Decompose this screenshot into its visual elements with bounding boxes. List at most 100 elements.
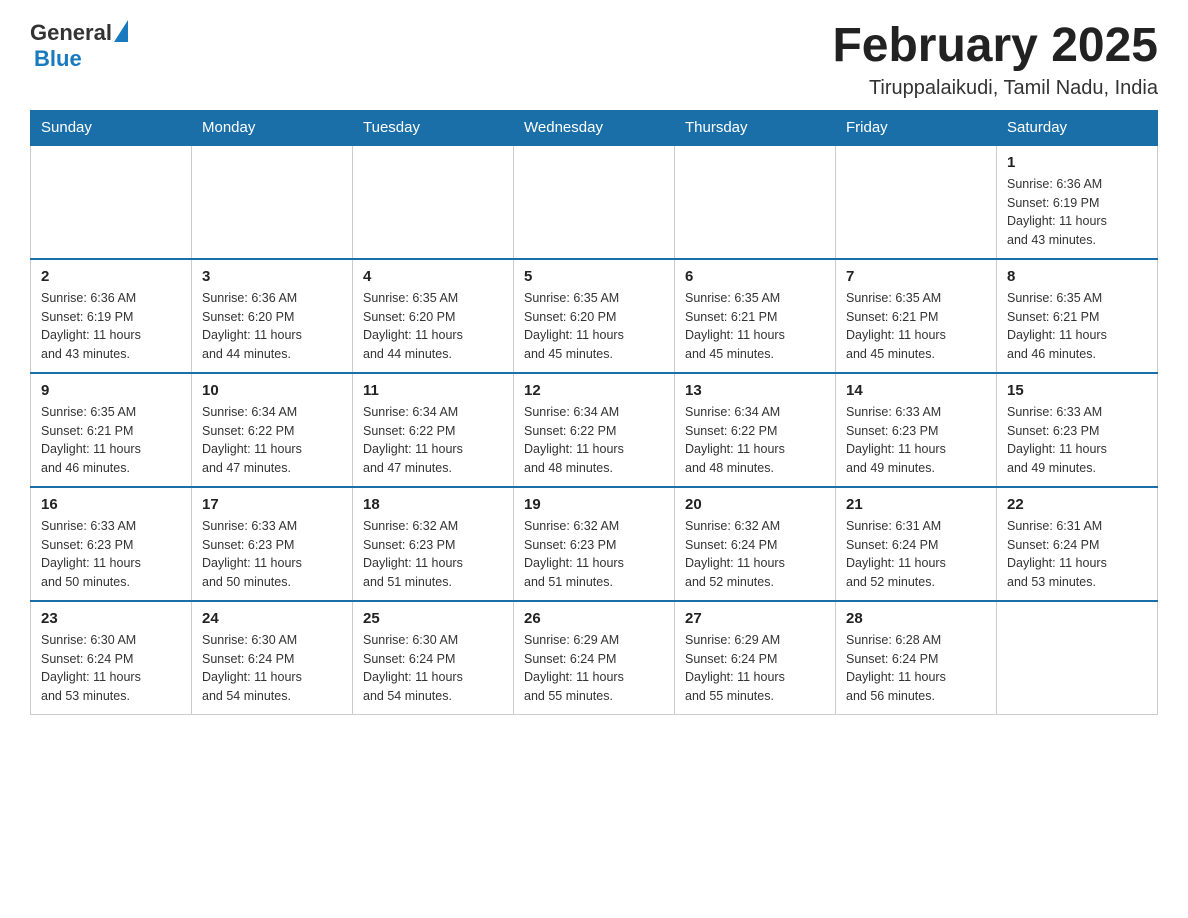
calendar-week-row: 23 Sunrise: 6:30 AM Sunset: 6:24 PM Dayli…: [31, 601, 1158, 715]
calendar-day-cell: [675, 145, 836, 259]
day-info: Sunrise: 6:35 AM Sunset: 6:20 PM Dayligh…: [363, 289, 503, 364]
calendar-day-cell: 23 Sunrise: 6:30 AM Sunset: 6:24 PM Dayli…: [31, 601, 192, 715]
day-info: Sunrise: 6:30 AM Sunset: 6:24 PM Dayligh…: [202, 631, 342, 706]
day-number: 2: [41, 268, 181, 285]
calendar-day-cell: 1Sunrise: 6:36 AM Sunset: 6:19 PM Daylig…: [997, 145, 1158, 259]
calendar-day-cell: 3 Sunrise: 6:36 AM Sunset: 6:20 PM Daylig…: [192, 259, 353, 373]
day-info: Sunrise: 6:31 AM Sunset: 6:24 PM Dayligh…: [1007, 517, 1147, 592]
calendar-day-cell: [997, 601, 1158, 715]
location-subtitle: Tiruppalaikudi, Tamil Nadu, India: [832, 77, 1158, 100]
day-info: Sunrise: 6:36 AM Sunset: 6:20 PM Dayligh…: [202, 289, 342, 364]
day-number: 14: [846, 382, 986, 399]
day-info: Sunrise: 6:29 AM Sunset: 6:24 PM Dayligh…: [524, 631, 664, 706]
calendar-day-cell: 13 Sunrise: 6:34 AM Sunset: 6:22 PM Dayli…: [675, 373, 836, 487]
day-info: Sunrise: 6:35 AM Sunset: 6:21 PM Dayligh…: [1007, 289, 1147, 364]
calendar-day-cell: 26 Sunrise: 6:29 AM Sunset: 6:24 PM Dayli…: [514, 601, 675, 715]
day-info: Sunrise: 6:33 AM Sunset: 6:23 PM Dayligh…: [1007, 403, 1147, 478]
day-info: Sunrise: 6:30 AM Sunset: 6:24 PM Dayligh…: [363, 631, 503, 706]
day-number: 21: [846, 496, 986, 513]
day-info: Sunrise: 6:34 AM Sunset: 6:22 PM Dayligh…: [363, 403, 503, 478]
day-info: Sunrise: 6:35 AM Sunset: 6:20 PM Dayligh…: [524, 289, 664, 364]
day-number: 4: [363, 268, 503, 285]
calendar-day-cell: 22 Sunrise: 6:31 AM Sunset: 6:24 PM Dayli…: [997, 487, 1158, 601]
day-info: Sunrise: 6:30 AM Sunset: 6:24 PM Dayligh…: [41, 631, 181, 706]
day-info: Sunrise: 6:32 AM Sunset: 6:24 PM Dayligh…: [685, 517, 825, 592]
calendar-day-header-wednesday: Wednesday: [514, 110, 675, 145]
day-number: 22: [1007, 496, 1147, 513]
logo-blue-text: Blue: [30, 46, 82, 72]
day-info: Sunrise: 6:29 AM Sunset: 6:24 PM Dayligh…: [685, 631, 825, 706]
calendar-day-cell: 27 Sunrise: 6:29 AM Sunset: 6:24 PM Dayli…: [675, 601, 836, 715]
day-info: Sunrise: 6:32 AM Sunset: 6:23 PM Dayligh…: [524, 517, 664, 592]
day-number: 13: [685, 382, 825, 399]
calendar-day-cell: 14 Sunrise: 6:33 AM Sunset: 6:23 PM Dayli…: [836, 373, 997, 487]
calendar-day-cell: 18Sunrise: 6:32 AM Sunset: 6:23 PM Dayli…: [353, 487, 514, 601]
calendar-day-cell: 19 Sunrise: 6:32 AM Sunset: 6:23 PM Dayli…: [514, 487, 675, 601]
day-number: 18: [363, 496, 503, 513]
day-number: 27: [685, 610, 825, 627]
calendar-day-cell: 6Sunrise: 6:35 AM Sunset: 6:21 PM Daylig…: [675, 259, 836, 373]
calendar-day-cell: [353, 145, 514, 259]
day-number: 19: [524, 496, 664, 513]
calendar-day-cell: 20 Sunrise: 6:32 AM Sunset: 6:24 PM Dayli…: [675, 487, 836, 601]
day-info: Sunrise: 6:31 AM Sunset: 6:24 PM Dayligh…: [846, 517, 986, 592]
month-title: February 2025: [832, 20, 1158, 73]
day-info: Sunrise: 6:36 AM Sunset: 6:19 PM Dayligh…: [41, 289, 181, 364]
calendar-day-cell: 12 Sunrise: 6:34 AM Sunset: 6:22 PM Dayli…: [514, 373, 675, 487]
calendar-day-cell: [836, 145, 997, 259]
logo-triangle-icon: [114, 20, 128, 42]
day-number: 6: [685, 268, 825, 285]
day-number: 3: [202, 268, 342, 285]
day-number: 28: [846, 610, 986, 627]
calendar-day-cell: 25 Sunrise: 6:30 AM Sunset: 6:24 PM Dayli…: [353, 601, 514, 715]
calendar-day-header-sunday: Sunday: [31, 110, 192, 145]
calendar-day-cell: 2 Sunrise: 6:36 AM Sunset: 6:19 PM Daylig…: [31, 259, 192, 373]
day-info: Sunrise: 6:33 AM Sunset: 6:23 PM Dayligh…: [41, 517, 181, 592]
day-number: 11: [363, 382, 503, 399]
calendar-table: SundayMondayTuesdayWednesdayThursdayFrid…: [30, 110, 1158, 715]
calendar-day-cell: 17Sunrise: 6:33 AM Sunset: 6:23 PM Dayli…: [192, 487, 353, 601]
day-number: 7: [846, 268, 986, 285]
title-section: February 2025 Tiruppalaikudi, Tamil Nadu…: [832, 20, 1158, 100]
day-number: 12: [524, 382, 664, 399]
calendar-day-cell: 28 Sunrise: 6:28 AM Sunset: 6:24 PM Dayli…: [836, 601, 997, 715]
calendar-day-cell: 9Sunrise: 6:35 AM Sunset: 6:21 PM Daylig…: [31, 373, 192, 487]
calendar-day-cell: 16 Sunrise: 6:33 AM Sunset: 6:23 PM Dayli…: [31, 487, 192, 601]
day-info: Sunrise: 6:34 AM Sunset: 6:22 PM Dayligh…: [685, 403, 825, 478]
day-info: Sunrise: 6:28 AM Sunset: 6:24 PM Dayligh…: [846, 631, 986, 706]
page-header: General Blue February 2025 Tiruppalaikud…: [30, 20, 1158, 100]
calendar-day-header-saturday: Saturday: [997, 110, 1158, 145]
day-number: 26: [524, 610, 664, 627]
day-number: 20: [685, 496, 825, 513]
day-info: Sunrise: 6:33 AM Sunset: 6:23 PM Dayligh…: [846, 403, 986, 478]
day-info: Sunrise: 6:36 AM Sunset: 6:19 PM Dayligh…: [1007, 175, 1147, 250]
day-number: 8: [1007, 268, 1147, 285]
calendar-day-header-monday: Monday: [192, 110, 353, 145]
calendar-day-header-friday: Friday: [836, 110, 997, 145]
day-number: 9: [41, 382, 181, 399]
calendar-day-cell: 5 Sunrise: 6:35 AM Sunset: 6:20 PM Daylig…: [514, 259, 675, 373]
calendar-day-cell: 11 Sunrise: 6:34 AM Sunset: 6:22 PM Dayli…: [353, 373, 514, 487]
day-number: 25: [363, 610, 503, 627]
calendar-day-cell: 15Sunrise: 6:33 AM Sunset: 6:23 PM Dayli…: [997, 373, 1158, 487]
calendar-week-row: 2 Sunrise: 6:36 AM Sunset: 6:19 PM Daylig…: [31, 259, 1158, 373]
day-number: 10: [202, 382, 342, 399]
day-number: 24: [202, 610, 342, 627]
calendar-week-row: 16 Sunrise: 6:33 AM Sunset: 6:23 PM Dayli…: [31, 487, 1158, 601]
calendar-day-cell: [192, 145, 353, 259]
calendar-day-cell: 8 Sunrise: 6:35 AM Sunset: 6:21 PM Daylig…: [997, 259, 1158, 373]
calendar-day-cell: 21 Sunrise: 6:31 AM Sunset: 6:24 PM Dayli…: [836, 487, 997, 601]
day-number: 23: [41, 610, 181, 627]
calendar-day-header-tuesday: Tuesday: [353, 110, 514, 145]
day-info: Sunrise: 6:34 AM Sunset: 6:22 PM Dayligh…: [202, 403, 342, 478]
calendar-week-row: 1Sunrise: 6:36 AM Sunset: 6:19 PM Daylig…: [31, 145, 1158, 259]
day-number: 5: [524, 268, 664, 285]
calendar-header-row: SundayMondayTuesdayWednesdayThursdayFrid…: [31, 110, 1158, 145]
logo-general-text: General: [30, 20, 112, 46]
calendar-day-cell: 4 Sunrise: 6:35 AM Sunset: 6:20 PM Daylig…: [353, 259, 514, 373]
day-info: Sunrise: 6:34 AM Sunset: 6:22 PM Dayligh…: [524, 403, 664, 478]
calendar-day-cell: 10 Sunrise: 6:34 AM Sunset: 6:22 PM Dayli…: [192, 373, 353, 487]
calendar-day-cell: [31, 145, 192, 259]
day-info: Sunrise: 6:35 AM Sunset: 6:21 PM Dayligh…: [846, 289, 986, 364]
day-number: 16: [41, 496, 181, 513]
